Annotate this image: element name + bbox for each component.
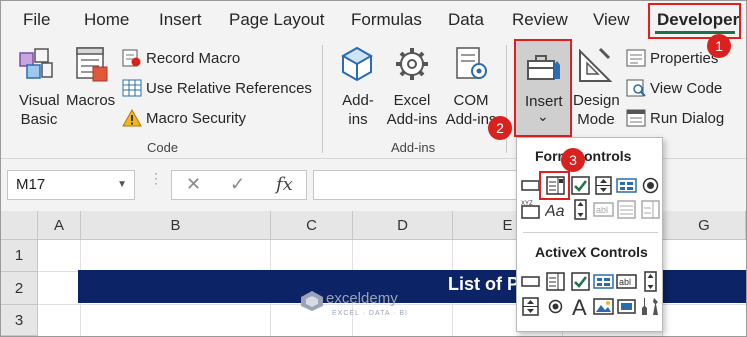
label-control-icon[interactable]: Aa — [545, 199, 566, 220]
row-header-3[interactable]: 3 — [1, 305, 38, 336]
toggle-button-control-icon[interactable] — [616, 296, 637, 317]
developer-highlight-box — [648, 3, 741, 39]
option-button-control-icon[interactable] — [640, 175, 661, 196]
row-header-1[interactable]: 1 — [1, 240, 38, 272]
name-box-value: M17 — [16, 176, 46, 193]
tab-review[interactable]: Review — [512, 1, 568, 39]
group-label-addins: Add-ins — [391, 140, 436, 155]
activex-controls-heading: ActiveX Controls — [535, 244, 648, 260]
relative-references-icon[interactable] — [122, 79, 142, 97]
column-header-d[interactable]: D — [353, 211, 453, 240]
scroll-bar-control-icon[interactable] — [570, 199, 591, 220]
group-divider — [322, 45, 323, 153]
button-control-icon[interactable] — [520, 175, 541, 196]
activex-label-control-icon[interactable]: A — [570, 294, 591, 318]
macros-label[interactable]: Macros — [66, 91, 115, 110]
gear-icon[interactable] — [393, 45, 431, 83]
visual-basic-icon[interactable] — [17, 45, 57, 83]
insert-controls-button[interactable]: Insert ⌄ — [514, 39, 572, 137]
drag-handle-icon[interactable]: ⋮ — [149, 171, 163, 185]
step-badge-3: 3 — [561, 148, 585, 172]
chevron-down-icon[interactable]: ▼ — [117, 171, 127, 199]
view-code-icon[interactable] — [626, 79, 646, 97]
excel-addins-label[interactable]: Excel Add-ins — [385, 91, 439, 129]
view-code-button[interactable]: View Code — [650, 79, 722, 98]
design-mode-icon[interactable] — [576, 45, 614, 85]
combo-list-edit-control-icon[interactable] — [616, 199, 637, 220]
insert-function-icon[interactable]: fx — [276, 174, 293, 195]
step-badge-2: 2 — [488, 116, 512, 140]
formula-input[interactable] — [313, 170, 518, 200]
image-control-icon[interactable] — [593, 296, 614, 317]
exceldemy-logo-icon — [301, 291, 323, 311]
use-relative-references-button[interactable]: Use Relative References — [146, 79, 312, 98]
activex-list-box-control-icon[interactable] — [593, 271, 614, 292]
record-macro-button[interactable]: Record Macro — [146, 49, 240, 68]
select-all-corner[interactable] — [1, 211, 38, 240]
command-button-control-icon[interactable] — [520, 271, 541, 292]
activex-option-button-control-icon[interactable] — [545, 296, 566, 317]
menu-bar: File Home Insert Page Layout Formulas Da… — [1, 1, 746, 39]
text-field-control-icon[interactable]: abl — [593, 199, 614, 220]
tab-page-layout[interactable]: Page Layout — [229, 1, 324, 39]
tab-formulas[interactable]: Formulas — [351, 1, 422, 39]
cancel-icon[interactable]: ✕ — [186, 174, 201, 195]
svg-text:Aa: Aa — [545, 203, 565, 220]
column-header-a[interactable]: A — [38, 211, 81, 240]
svg-text:A: A — [572, 295, 587, 318]
group-box-control-icon[interactable]: XYZ — [520, 199, 541, 220]
column-header-g[interactable]: G — [663, 211, 746, 240]
svg-text:abl: abl — [619, 277, 631, 287]
svg-text:abl: abl — [596, 205, 608, 215]
check-box-control-icon[interactable] — [570, 175, 591, 196]
toolbox-icon — [527, 55, 560, 80]
activex-check-box-control-icon[interactable] — [570, 271, 591, 292]
watermark-tagline: EXCEL · DATA · BI — [332, 310, 408, 317]
run-dialog-button[interactable]: Run Dialog — [650, 109, 724, 128]
macro-security-button[interactable]: Macro Security — [146, 109, 246, 128]
combo-drop-down-edit-control-icon[interactable] — [640, 199, 661, 220]
enter-icon[interactable]: ✓ — [230, 174, 245, 195]
svg-text:XYZ: XYZ — [521, 201, 533, 207]
tab-home[interactable]: Home — [84, 1, 129, 39]
activex-combo-box-control-icon[interactable] — [545, 271, 566, 292]
group-label-code: Code — [147, 140, 179, 155]
spin-button-control-icon[interactable] — [593, 175, 614, 196]
com-addins-icon[interactable] — [453, 45, 491, 83]
name-box[interactable]: M17 ▼ — [7, 170, 135, 200]
menu-divider — [523, 232, 658, 233]
formula-buttons: ✕ ✓ fx — [171, 170, 307, 200]
addins-icon[interactable] — [338, 45, 376, 83]
warning-icon[interactable] — [122, 109, 142, 127]
column-header-b[interactable]: B — [81, 211, 271, 240]
run-dialog-icon[interactable] — [626, 109, 646, 127]
tab-view[interactable]: View — [593, 1, 630, 39]
chevron-down-icon: ⌄ — [537, 108, 549, 124]
row-header-2[interactable]: 2 — [1, 272, 38, 305]
tab-insert[interactable]: Insert — [159, 1, 202, 39]
combo-box-highlight-box — [539, 171, 570, 200]
text-box-control-icon[interactable]: abl — [616, 271, 637, 292]
addins-label[interactable]: Add- ins — [341, 91, 375, 129]
column-header-c[interactable]: C — [271, 211, 353, 240]
macros-icon[interactable] — [73, 45, 111, 83]
watermark-name: exceldemy — [326, 290, 398, 307]
design-mode-label[interactable]: Design Mode — [573, 91, 620, 129]
more-controls-icon[interactable] — [640, 296, 661, 317]
activex-scroll-bar-control-icon[interactable] — [640, 271, 661, 292]
tab-data[interactable]: Data — [448, 1, 484, 39]
step-badge-1: 1 — [707, 34, 731, 58]
properties-icon[interactable] — [626, 49, 646, 67]
record-macro-icon[interactable] — [122, 49, 142, 67]
list-box-control-icon[interactable] — [616, 175, 637, 196]
activex-spin-button-control-icon[interactable] — [520, 296, 541, 317]
banner-title: List of P — [448, 274, 519, 294]
tab-file[interactable]: File — [23, 1, 50, 39]
visual-basic-label[interactable]: Visual Basic — [19, 91, 60, 129]
